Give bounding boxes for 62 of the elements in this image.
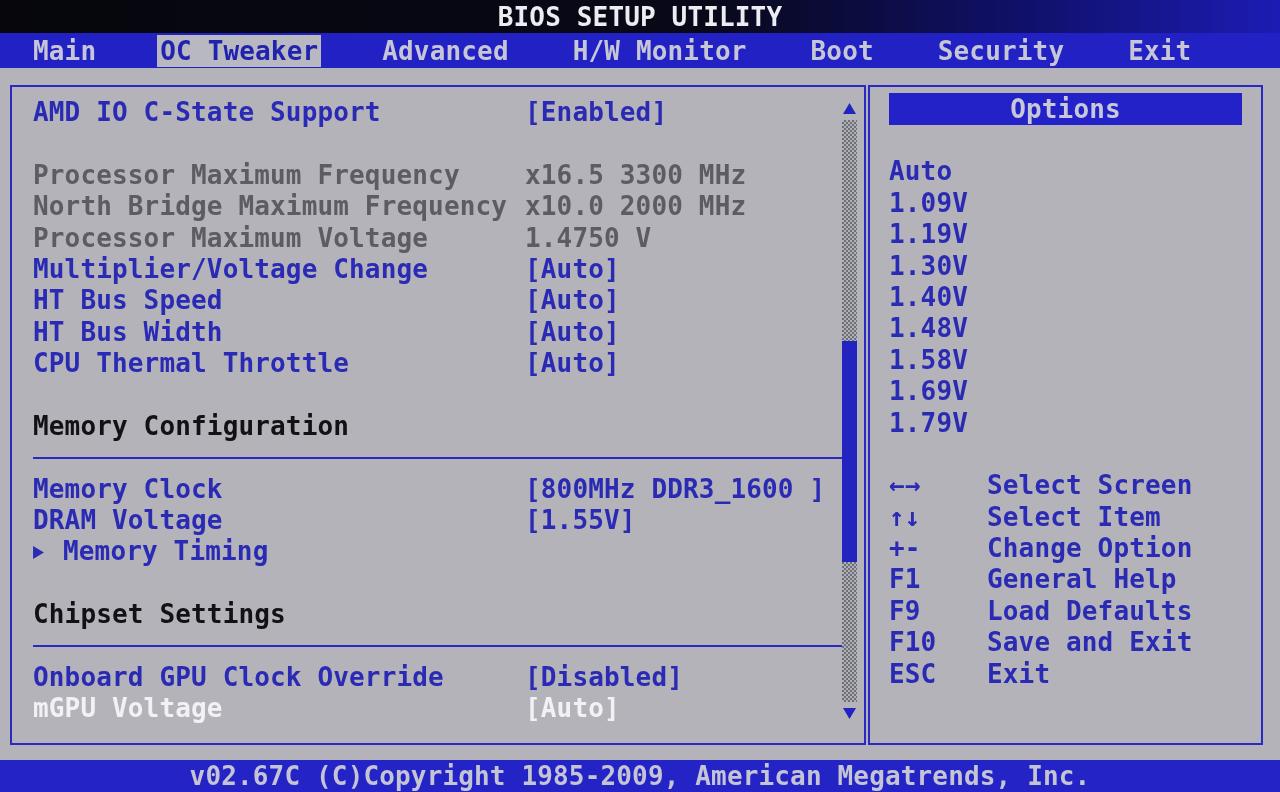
tab[interactable]: H/W Monitor bbox=[569, 35, 750, 67]
setting-label: Processor Maximum Frequency bbox=[33, 159, 460, 192]
setting-value[interactable]: [Auto] bbox=[525, 316, 842, 349]
setting-label[interactable]: HT Bus Speed bbox=[33, 285, 223, 317]
setting-label[interactable]: Memory Clock bbox=[33, 473, 223, 506]
setting-value[interactable]: [Disabled] bbox=[525, 662, 842, 694]
key-label: ←→ bbox=[889, 470, 922, 502]
setting-label: North Bridge Maximum Frequency bbox=[33, 191, 508, 223]
setting-value[interactable]: [Auto] bbox=[525, 348, 842, 380]
tab[interactable]: Main bbox=[30, 35, 100, 67]
option-item: 1.40V bbox=[889, 281, 969, 312]
key-label: F10 bbox=[889, 627, 938, 659]
key-label: ESC bbox=[889, 658, 938, 691]
option-item: 1.30V bbox=[889, 250, 969, 281]
setting-value[interactable]: [1.55V] bbox=[525, 505, 842, 537]
tab[interactable]: OC Tweaker bbox=[157, 35, 322, 67]
key-description: Select Item bbox=[987, 501, 1162, 534]
key-description: General Help bbox=[987, 564, 1178, 596]
tab[interactable]: Exit bbox=[1125, 35, 1195, 67]
option-item: 1.19V bbox=[889, 219, 969, 250]
setting-value[interactable]: [Enabled] bbox=[525, 97, 842, 129]
option-item: 1.79V bbox=[889, 407, 969, 438]
scrollbar-thumb[interactable] bbox=[842, 341, 857, 563]
setting-label[interactable]: Memory Timing bbox=[63, 536, 269, 568]
key-description: Change Option bbox=[987, 533, 1194, 565]
option-item: Auto bbox=[889, 156, 953, 187]
setting-value[interactable]: [Auto] bbox=[525, 285, 842, 317]
setting-value: x16.5 3300 MHz bbox=[525, 159, 748, 192]
setting-label[interactable]: HT Bus Width bbox=[33, 316, 223, 349]
scroll-up-arrow-icon[interactable] bbox=[843, 103, 856, 114]
key-label: +- bbox=[889, 533, 922, 565]
tab[interactable]: Advanced bbox=[379, 35, 512, 67]
option-item: 1.69V bbox=[889, 376, 969, 407]
window-title: BIOS SETUP UTILITY bbox=[497, 1, 783, 32]
submenu-arrow-icon bbox=[33, 545, 44, 559]
section-heading: Chipset Settings bbox=[33, 599, 286, 630]
setting-label[interactable]: Multiplier/Voltage Change bbox=[33, 253, 429, 286]
setting-value: x10.0 2000 MHz bbox=[525, 191, 748, 223]
tab[interactable]: Boot bbox=[807, 35, 877, 67]
key-description: Save and Exit bbox=[987, 627, 1194, 659]
option-item: 1.58V bbox=[889, 344, 969, 375]
section-heading: Memory Configuration bbox=[33, 410, 350, 441]
setting-label[interactable]: CPU Thermal Throttle bbox=[33, 348, 350, 380]
scroll-down-arrow-icon[interactable] bbox=[843, 708, 856, 719]
key-description: Select Screen bbox=[987, 470, 1194, 502]
options-header: Options bbox=[889, 93, 1242, 125]
key-label: ↑↓ bbox=[889, 501, 922, 534]
setting-value[interactable]: [800MHz DDR3_1600 ] bbox=[525, 473, 842, 506]
option-item: 1.09V bbox=[889, 187, 969, 218]
key-description: Load Defaults bbox=[987, 595, 1194, 628]
setting-label[interactable]: Onboard GPU Clock Override bbox=[33, 662, 444, 694]
key-label: F1 bbox=[889, 564, 922, 596]
copyright-text: v02.67C (C)Copyright 1985-2009, American Megatrends, Inc. bbox=[189, 761, 1091, 791]
key-label: F9 bbox=[889, 595, 922, 628]
option-item: 1.48V bbox=[889, 313, 969, 344]
setting-label[interactable]: AMD IO C-State Support bbox=[33, 97, 381, 129]
key-description: Exit bbox=[987, 658, 1052, 691]
tab[interactable]: Security bbox=[934, 35, 1068, 67]
setting-label: Processor Maximum Voltage bbox=[33, 222, 429, 254]
setting-label[interactable]: DRAM Voltage bbox=[33, 505, 223, 537]
setting-value: 1.4750 V bbox=[525, 222, 653, 254]
setting-value[interactable]: [Auto] bbox=[525, 253, 842, 286]
